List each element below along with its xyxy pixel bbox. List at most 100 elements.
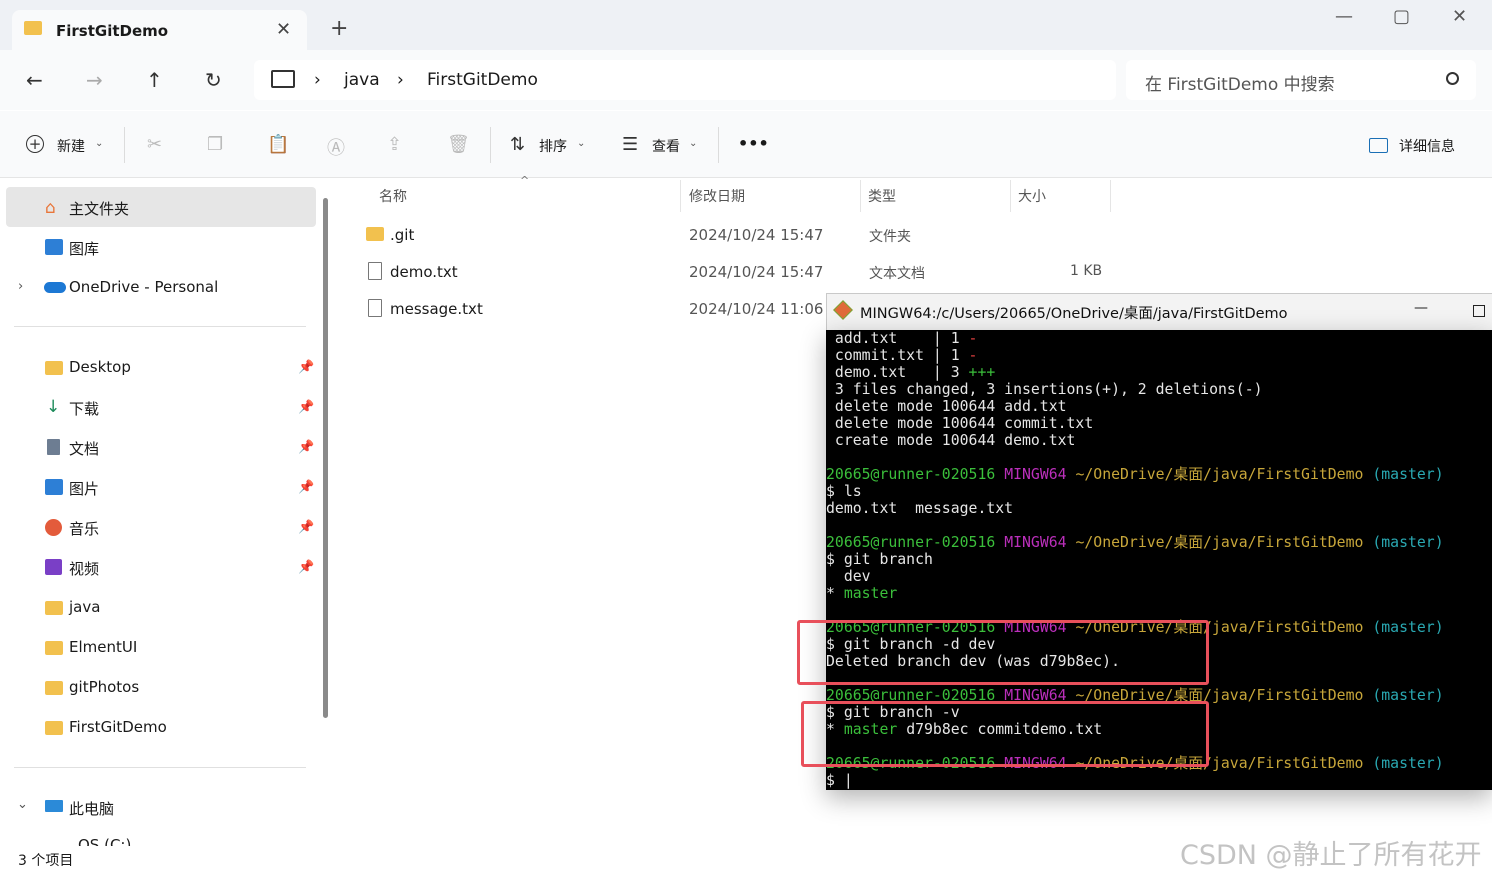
sidebar-item-desktop[interactable]: Desktop (69, 358, 131, 376)
delete-icon[interactable]: 🗑 (447, 134, 470, 155)
toolbar-divider (718, 127, 719, 163)
address-bar[interactable] (254, 60, 1116, 100)
paste-icon[interactable]: 📋 (267, 134, 289, 155)
search-icon[interactable] (1446, 72, 1459, 85)
sidebar-item-gallery[interactable]: 图库 (69, 238, 99, 259)
sidebar-item-drive[interactable]: OS (C:) (0, 836, 320, 846)
more-options-button[interactable]: ••• (738, 134, 769, 153)
column-header-name[interactable]: 名称 (379, 186, 407, 206)
back-button[interactable]: ← (26, 68, 43, 92)
breadcrumb-java[interactable]: java (344, 70, 380, 90)
breadcrumb-separator[interactable]: › (314, 70, 321, 90)
minimize-button[interactable]: — (1335, 6, 1353, 27)
refresh-button[interactable]: ↻ (205, 68, 222, 92)
column-divider[interactable] (1010, 180, 1011, 212)
details-button[interactable]: 详细信息 (1399, 136, 1455, 156)
forward-button[interactable]: → (86, 68, 103, 92)
close-button[interactable]: ✕ (1452, 6, 1467, 27)
file-name[interactable]: demo.txt (390, 263, 458, 281)
pin-icon: 📌 (298, 440, 315, 455)
sidebar-divider (14, 326, 306, 327)
tab-title: FirstGitDemo (56, 22, 169, 40)
maximize-button[interactable]: ▢ (1393, 6, 1410, 27)
column-header-modified[interactable]: 修改日期 (689, 186, 745, 206)
terminal-line: 3 files changed, 3 insertions(+), 2 dele… (826, 381, 1263, 398)
breadcrumb-separator[interactable]: › (397, 70, 404, 90)
computer-icon[interactable] (271, 70, 295, 88)
sidebar-item-firstgitdemo[interactable]: FirstGitDemo (69, 718, 167, 736)
watermark-text: CSDN @静止了所有花开 (1180, 840, 1482, 871)
sidebar-item-elmentui[interactable]: ElmentUI (69, 638, 137, 656)
text-file-icon (368, 262, 382, 280)
new-button[interactable]: 新建 (57, 136, 85, 156)
sort-button[interactable]: 排序 (539, 136, 567, 156)
chevron-down-icon[interactable]: ⌄ (689, 138, 697, 149)
column-divider[interactable] (680, 180, 681, 212)
new-tab-button[interactable]: + (330, 16, 348, 41)
column-divider[interactable] (1110, 180, 1111, 212)
view-icon[interactable]: ☰ (622, 134, 638, 155)
terminal-line: create mode 100644 demo.txt (826, 432, 1076, 449)
chevron-down-icon[interactable]: ⌄ (95, 138, 103, 149)
rename-icon[interactable]: Ⓐ (327, 134, 345, 160)
terminal-line: delete mode 100644 commit.txt (826, 415, 1094, 432)
sidebar-item-onedrive[interactable]: OneDrive - Personal (69, 278, 218, 296)
chevron-right-icon[interactable]: › (18, 279, 23, 294)
pin-icon: 📌 (298, 560, 315, 575)
sidebar-item-videos[interactable]: 视频 (69, 558, 99, 579)
column-divider[interactable] (860, 180, 861, 212)
download-icon: ↓ (46, 397, 61, 417)
folder-icon (45, 641, 63, 655)
sort-icon[interactable]: ⇅ (510, 134, 525, 155)
file-size: 1 KB (1070, 263, 1103, 279)
cut-icon[interactable]: ✂ (147, 134, 162, 155)
share-icon[interactable]: ⇪ (387, 134, 402, 155)
chevron-down-icon[interactable]: ⌄ (577, 138, 585, 149)
chevron-down-icon[interactable]: ⌄ (17, 797, 28, 812)
folder-icon (45, 361, 63, 375)
copy-icon[interactable]: ❐ (207, 134, 223, 155)
up-button[interactable]: ↑ (146, 68, 163, 92)
file-name[interactable]: message.txt (390, 300, 483, 318)
file-name[interactable]: .git (390, 226, 414, 244)
sidebar-item-documents[interactable]: 文档 (69, 438, 99, 459)
view-button[interactable]: 查看 (652, 136, 680, 156)
sidebar-item-music[interactable]: 音乐 (69, 518, 99, 539)
terminal-minimize-button[interactable]: — (1414, 300, 1428, 316)
folder-icon (45, 681, 63, 695)
video-icon (45, 559, 62, 575)
sidebar-item-downloads[interactable]: 下载 (69, 398, 99, 419)
terminal-line: add.txt | 1 - (826, 330, 978, 347)
terminal-title: MINGW64:/c/Users/20665/OneDrive/桌面/java/… (860, 306, 1288, 322)
terminal-line: commit.txt | 1 - (826, 347, 978, 364)
details-pane-icon[interactable] (1369, 138, 1388, 153)
sidebar-item-pictures[interactable]: 图片 (69, 478, 99, 499)
breadcrumb-firstgitdemo[interactable]: FirstGitDemo (427, 70, 538, 90)
file-type: 文本文档 (869, 266, 925, 282)
pin-icon: 📌 (298, 480, 315, 495)
sidebar-item-gitphotos[interactable]: gitPhotos (69, 678, 139, 696)
tab-close-button[interactable]: ✕ (276, 19, 291, 40)
plus-icon[interactable]: + (26, 135, 44, 153)
column-header-size[interactable]: 大小 (1018, 186, 1046, 206)
toolbar-divider (124, 127, 125, 163)
column-header-type[interactable]: 类型 (868, 186, 896, 206)
terminal-line: * master (826, 585, 898, 602)
sidebar-item-label[interactable]: 主文件夹 (69, 198, 129, 219)
sidebar-scrollbar[interactable] (323, 198, 328, 718)
folder-icon (45, 721, 63, 735)
sidebar-item-this-pc[interactable]: 此电脑 (69, 798, 114, 819)
search-placeholder[interactable]: 在 FirstGitDemo 中搜索 (1145, 70, 1335, 95)
terminal-line: delete mode 100644 add.txt (826, 398, 1067, 415)
sidebar-item-java[interactable]: java (69, 598, 100, 616)
terminal-prompt: 20665@runner-020516 MINGW64 ~/OneDrive/桌… (826, 466, 1444, 483)
terminal-maximize-button[interactable] (1473, 305, 1485, 317)
cloud-icon (44, 282, 66, 293)
tab-firstgitdemo[interactable]: FirstGitDemo ✕ (12, 10, 307, 52)
status-bar-count: 3 个项目 (18, 853, 74, 869)
highlight-box (797, 620, 1209, 685)
terminal-line: demo.txt message.txt (826, 500, 1014, 517)
toolbar-divider (490, 127, 491, 163)
pin-icon: 📌 (298, 520, 315, 535)
sort-ascending-icon: ^ (520, 174, 530, 187)
